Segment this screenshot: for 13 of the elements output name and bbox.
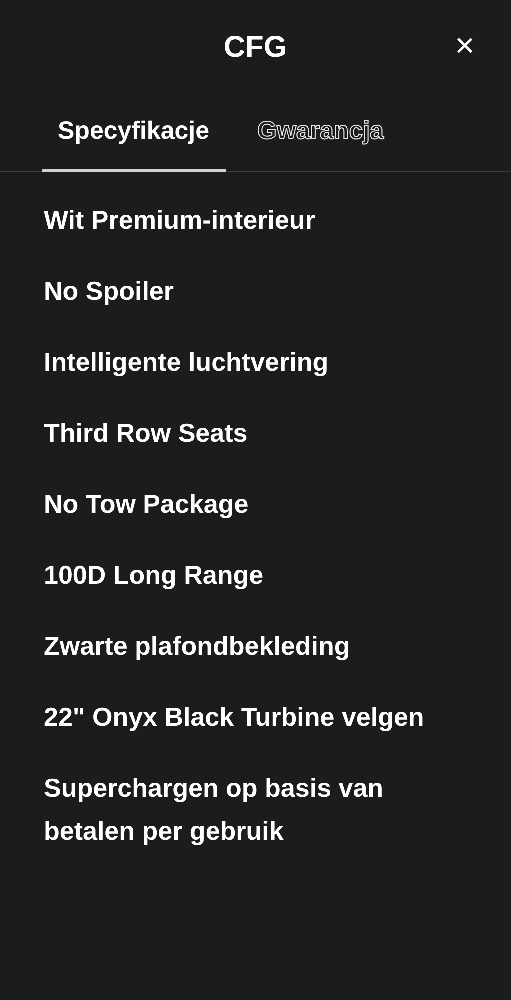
- spec-item: 100D Long Range: [44, 559, 265, 592]
- tab[interactable]: Gwarancja: [256, 94, 386, 172]
- spec-item: Zwarte plafondbekleding: [44, 630, 352, 663]
- spec-item: 22" Onyx Black Turbine velgen: [44, 701, 426, 734]
- spec-item: No Tow Package: [44, 488, 250, 521]
- close-button[interactable]: ×: [455, 28, 475, 64]
- spec-item: Intelligente luchtvering: [44, 346, 330, 379]
- panel-title: CFG: [224, 30, 288, 66]
- spec-item: Superchargen op basis van betalen per gebruik: [44, 772, 385, 848]
- spec-item: No Spoiler: [44, 275, 176, 308]
- tab[interactable]: Specyfikacje: [42, 94, 226, 172]
- spec-item: Third Row Seats: [44, 417, 249, 450]
- spec-item: Wit Premium-interieur: [44, 204, 316, 237]
